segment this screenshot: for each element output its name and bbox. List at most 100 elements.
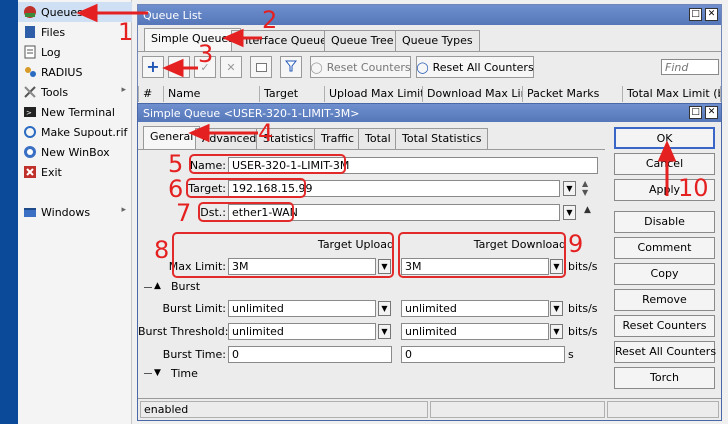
menu-item-label: New WinBox: [41, 145, 110, 159]
disable-button[interactable]: ✕: [220, 56, 242, 78]
remove-button[interactable]: −: [168, 56, 190, 78]
column-header-name[interactable]: Name: [164, 86, 260, 102]
target-download-label: Target Download: [473, 238, 566, 251]
windows-icon: [23, 205, 37, 219]
tab-total-statistics[interactable]: Total Statistics: [395, 128, 489, 149]
reset-all-counters-button[interactable]: ◯ Reset All Counters: [416, 56, 534, 78]
menu-item-windows[interactable]: Windows ▸: [18, 202, 132, 222]
dst-dropdown-icon[interactable]: ▼: [563, 205, 576, 220]
name-field[interactable]: USER-320-1-LIMIT-3M: [228, 157, 598, 174]
add-button[interactable]: +: [142, 56, 164, 78]
comment-button[interactable]: Comment: [614, 237, 715, 259]
tab-queue-tree[interactable]: Queue Tree: [324, 30, 401, 51]
submenu-arrow-icon: ▸: [121, 85, 126, 95]
find-input[interactable]: [661, 59, 719, 75]
torch-button[interactable]: Torch: [614, 367, 715, 389]
queue-list-titlebar: Queue List □ ✕: [138, 5, 721, 25]
menu-item-label: New Terminal: [41, 105, 115, 119]
tab-traffic[interactable]: Traffic: [314, 128, 362, 149]
menu-item-new-winbox[interactable]: New WinBox: [18, 142, 132, 162]
burst-limit-unit: bits/s: [568, 302, 598, 315]
menu-item-queues[interactable]: Queues: [18, 2, 132, 22]
copy-button[interactable]: Copy: [614, 263, 715, 285]
tab-general[interactable]: General: [143, 126, 201, 149]
burst-limit-label: Burst Limit:: [162, 302, 226, 315]
burst-section-label: Burst: [171, 280, 201, 293]
main-menu: Queues Files Log RADIUS Tools ▸ > New Te…: [18, 0, 132, 424]
queue-list-window: Queue List □ ✕ Simple Queues Interface Q…: [137, 4, 722, 104]
dst-label: Dst.:: [200, 206, 226, 219]
target-dropdown-icon[interactable]: ▼: [563, 181, 576, 196]
max-limit-unit: bits/s: [568, 260, 598, 273]
menu-item-label: Files: [41, 25, 66, 39]
burst-collapse-icon[interactable]: ▲: [154, 281, 161, 291]
menu-item-make-supout[interactable]: Make Supout.rif: [18, 122, 132, 142]
time-expand-icon[interactable]: ▼: [154, 368, 161, 378]
remove-button[interactable]: Remove: [614, 289, 715, 311]
exit-icon: [23, 165, 37, 179]
annotation-number-10: 10: [678, 174, 709, 202]
menu-item-tools[interactable]: Tools ▸: [18, 82, 132, 102]
max-limit-upload-dropdown-icon[interactable]: ▼: [378, 259, 391, 274]
burst-time-upload-field[interactable]: 0: [228, 346, 392, 363]
restore-icon[interactable]: □: [689, 8, 702, 21]
status-divider: [138, 398, 721, 399]
menu-item-label: Exit: [41, 165, 62, 179]
ok-button[interactable]: OK: [614, 127, 715, 149]
menu-item-label: Queues: [41, 5, 83, 19]
max-limit-upload-field[interactable]: 3M: [228, 258, 376, 275]
column-header-packet-marks[interactable]: Packet Marks: [523, 86, 623, 102]
column-header-upload-max-limit[interactable]: Upload Max Limit: [325, 86, 423, 102]
dst-collapse-icon[interactable]: ▲: [584, 205, 591, 215]
menu-item-files[interactable]: Files: [18, 22, 132, 42]
tab-advanced[interactable]: Advanced: [195, 128, 264, 149]
max-limit-download-field[interactable]: 3M: [401, 258, 549, 275]
burst-threshold-download-dropdown-icon[interactable]: ▼: [550, 324, 563, 339]
minus-icon: −: [173, 59, 185, 75]
plus-icon: +: [146, 57, 160, 76]
tab-simple-queues[interactable]: Simple Queues: [144, 28, 241, 51]
burst-threshold-download-field[interactable]: unlimited: [401, 323, 549, 340]
restore-icon[interactable]: □: [689, 106, 702, 119]
column-header-download-max-limit[interactable]: Download Max Limit: [423, 86, 523, 102]
status-text: enabled: [140, 401, 428, 418]
reset-counters-button[interactable]: Reset Counters: [614, 315, 715, 337]
column-header-number[interactable]: #: [138, 86, 164, 102]
burst-limit-download-field[interactable]: unlimited: [401, 300, 549, 317]
burst-threshold-upload-field[interactable]: unlimited: [228, 323, 376, 340]
column-header-target[interactable]: Target: [260, 86, 325, 102]
burst-limit-upload-dropdown-icon[interactable]: ▼: [378, 301, 391, 316]
target-up-down-icon[interactable]: ▲ ▼: [582, 179, 588, 197]
close-icon[interactable]: ✕: [705, 106, 718, 119]
target-field[interactable]: 192.168.15.99: [228, 180, 560, 197]
cross-icon: ✕: [226, 60, 236, 74]
comment-button[interactable]: [250, 56, 272, 78]
disable-button[interactable]: Disable: [614, 211, 715, 233]
dst-field[interactable]: ether1-WAN: [228, 204, 560, 221]
target-upload-label: Target Upload: [317, 238, 394, 251]
tab-queue-types[interactable]: Queue Types: [395, 30, 480, 51]
tab-divider: [138, 149, 605, 150]
annotation-number-5: 5: [168, 150, 184, 178]
tab-total[interactable]: Total: [358, 128, 398, 149]
column-header-total-max-limit[interactable]: Total Max Limit (b: [623, 86, 721, 102]
menu-item-radius[interactable]: RADIUS: [18, 62, 132, 82]
burst-threshold-upload-dropdown-icon[interactable]: ▼: [378, 324, 391, 339]
burst-limit-upload-field[interactable]: unlimited: [228, 300, 376, 317]
window-title: Queue List: [143, 8, 202, 22]
menu-item-log[interactable]: Log: [18, 42, 132, 62]
reset-counters-button[interactable]: ◯ Reset Counters: [310, 56, 411, 78]
burst-time-download-field[interactable]: 0: [401, 346, 565, 363]
filter-button[interactable]: [280, 56, 302, 78]
reset-all-counters-button[interactable]: Reset All Counters: [614, 341, 716, 363]
close-icon[interactable]: ✕: [705, 8, 718, 21]
menu-item-exit[interactable]: Exit: [18, 162, 132, 182]
burst-limit-download-dropdown-icon[interactable]: ▼: [550, 301, 563, 316]
burst-threshold-label: Burst Threshold:: [138, 325, 229, 338]
queues-icon: [23, 5, 37, 19]
cancel-button[interactable]: Cancel: [614, 153, 715, 175]
menu-item-new-terminal[interactable]: > New Terminal: [18, 102, 132, 122]
note-icon: [255, 62, 267, 72]
max-limit-download-dropdown-icon[interactable]: ▼: [550, 259, 563, 274]
terminal-icon: >: [23, 105, 37, 119]
